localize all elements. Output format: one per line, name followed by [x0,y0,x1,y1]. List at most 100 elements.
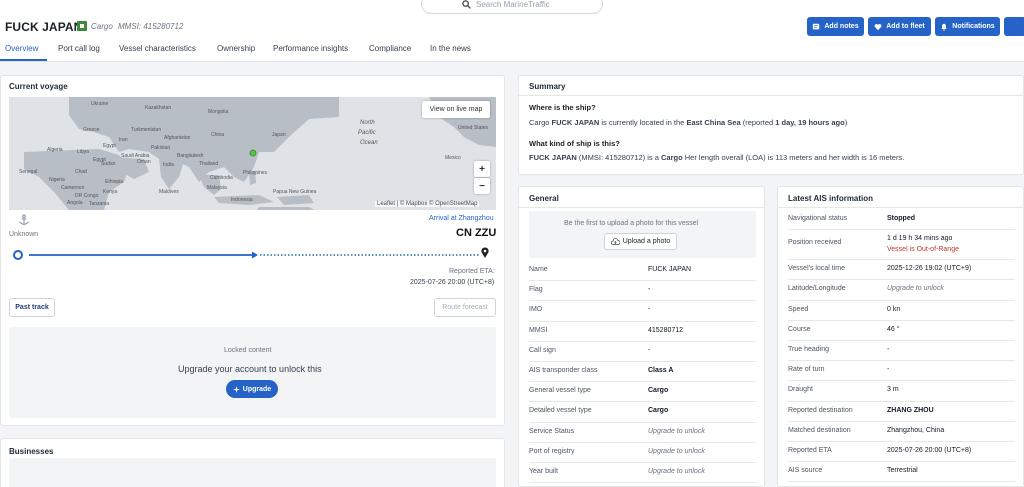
map-label: Turkmenistan [131,127,162,133]
row-label: Call sign [529,346,556,354]
zoom-in-button[interactable]: + [474,161,490,177]
row-label: Reported ETA [788,447,832,454]
tab-port-call-log[interactable]: Port call log [58,44,100,53]
row-value[interactable]: Upgrade to unlock [648,468,705,475]
past-track-button[interactable]: Past track [9,298,55,317]
row-label: AIS source [788,467,823,475]
row-divider [788,299,1015,301]
tab-vessel-characteristics[interactable]: Vessel characteristics [119,44,196,53]
add-to-fleet-button[interactable]: Add to fleet [868,17,931,36]
route-forecast-button[interactable]: Route forecast [434,298,496,317]
tab-ownership[interactable]: Ownership [217,44,255,53]
row-label: IMO [529,306,543,314]
map-label: North [360,120,375,126]
tab-overview[interactable]: Overview [5,44,38,53]
row-label: Latitude/Longitude [788,285,846,293]
note-icon [813,23,820,29]
map-label: Saudi Arabia [121,153,150,159]
vessel-mmsi: MMSI: 415280712 [118,22,184,31]
map-label: Cameroon [61,185,85,191]
summary-title: Summary [529,82,566,91]
divider [778,207,1024,208]
row-value: Zhangzhou, China [887,426,945,434]
search-icon[interactable] [462,0,471,9]
destination-pin-icon [481,247,489,258]
summary-question-1: Where is the ship? [529,103,596,112]
tab-compliance[interactable]: Compliance [369,44,411,53]
row-divider [529,280,756,282]
upload-photo-label: Upload a photo [622,238,671,245]
map-label: China [211,132,225,138]
map-label: Libya [77,149,89,155]
origin-port: Unknown [9,231,39,238]
row-value: - [648,286,651,294]
notifications-button[interactable]: Notifications [935,17,1000,36]
map-label: Thailand [199,161,219,167]
bell-icon [941,23,948,31]
divider [519,95,1024,96]
row-divider [788,420,1015,422]
cloud-upload-icon [610,237,620,245]
row-value: 415280712 [648,326,684,334]
row-divider [788,259,1015,261]
locked-title: Locked content [224,347,272,354]
map-label: Pakistan [151,145,171,151]
map-attribution[interactable]: Leaflet | © Mapbox © OpenStreetMap [375,201,480,207]
map-label: Cambodia [210,175,233,181]
add-notes-label: Add notes [824,23,859,30]
map-label: Pacific [358,130,376,136]
summary-answer-2: FUCK JAPAN (MMSI: 415280712) is a Cargo … [529,153,905,162]
notifications-label: Notifications [952,23,995,30]
row-value: 1 d 19 h 34 mins ago [887,235,953,243]
row-divider [788,400,1015,402]
map-label: Algeria [47,147,63,153]
row-value: Class A [648,367,674,374]
row-divider [788,319,1015,321]
row-value: - [648,306,651,314]
row-label: Vessel's local time [788,265,845,273]
row-divider [529,462,756,463]
map-label: Iran [119,137,128,143]
zoom-out-button[interactable]: − [474,178,490,194]
row-value[interactable]: Upgrade to unlock [887,285,944,292]
row-value: - [887,366,890,374]
row-label: Rate of turn [788,366,825,374]
upload-photo-button[interactable]: Upload a photo [604,233,677,250]
tab-performance-insights[interactable]: Performance insights [273,44,348,53]
map-label: Oman [137,159,151,165]
more-button[interactable] [1004,17,1024,36]
row-label: Flag [529,286,543,294]
row-value: FUCK JAPAN [648,266,692,273]
map-label: Kazakhstan [145,105,172,111]
businesses-placeholder [9,458,496,487]
map-label: Ocean [360,140,378,146]
voyage-map[interactable]: Ukraine Kazakhstan Mongolia Iran China J… [9,97,496,210]
row-label: Service Status [529,427,575,435]
row-value[interactable]: Upgrade to unlock [648,428,705,435]
row-divider [788,340,1015,341]
upgrade-button[interactable]: Upgrade [226,380,278,398]
summary-answer-1: Cargo FUCK JAPAN is currently located in… [529,118,848,127]
row-value[interactable]: Upgrade to unlock [648,448,705,455]
row-divider [529,482,756,484]
map-label: Tanzania [89,201,110,207]
row-label: True heading [788,346,829,353]
map-label: Chad [75,169,87,175]
add-notes-button[interactable]: Add notes [807,17,864,36]
row-value: Stopped [887,215,915,222]
anchor-icon [19,214,29,225]
row-label: Navigational status [788,215,848,222]
row-label: Port of registry [529,447,575,455]
row-value: - [648,346,651,354]
map-label: Egypt [103,143,116,149]
view-on-live-map-button[interactable]: View on live map [422,101,490,118]
eta-label: Reported ETA: [449,268,495,275]
locked-text: Upgrade your account to unlock this [178,364,322,374]
row-divider [788,279,1015,281]
tab-in-the-news[interactable]: In the news [430,44,471,53]
row-divider [529,421,756,423]
row-label: Course [788,325,811,333]
divider [519,207,765,208]
map-label: United States [458,125,489,131]
row-label: Reported destination [788,406,853,414]
